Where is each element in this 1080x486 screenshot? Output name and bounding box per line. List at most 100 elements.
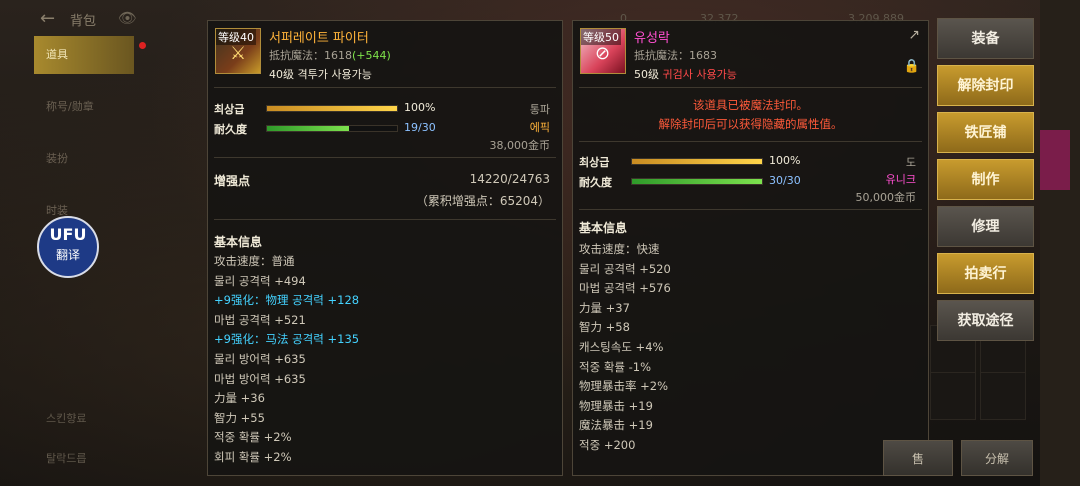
item-requirement: 50级 귀검사 사용가능 <box>634 66 737 82</box>
action-button-6[interactable]: 获取途径 <box>937 300 1034 341</box>
item-requirement: 40级 격투가 사용가능 <box>269 66 372 82</box>
divider <box>579 141 922 142</box>
stat-line: 마법 방어력 +635 <box>214 371 306 386</box>
item-subtype: 통파 <box>529 103 550 116</box>
nav-item-dress[interactable]: 装扮 <box>34 140 134 178</box>
bottom-nav-item-2[interactable]: 탈락드릅 <box>46 450 86 466</box>
nav-item-label: 装扮 <box>46 152 68 165</box>
section-title: 基本信息 <box>579 221 628 235</box>
stat-line: 물리 공격력 +520 <box>579 261 671 276</box>
inventory-slot[interactable] <box>930 372 976 420</box>
durability-bar-fill <box>267 126 349 131</box>
item-price: 50,000金币 <box>855 191 917 204</box>
nav-item-titles[interactable]: 称号/勋章 <box>34 88 134 126</box>
bottom-nav-item-1[interactable]: 스킨향료 <box>46 410 86 426</box>
nav-item-label: 道具 <box>46 48 68 61</box>
notification-dot <box>139 42 146 49</box>
grade-percent: 100% <box>769 154 801 167</box>
resist-label: 抵抗魔法： <box>269 49 324 62</box>
action-button-2[interactable]: 铁匠铺 <box>937 112 1034 153</box>
item-price: 38,000金币 <box>489 139 551 152</box>
stat-line: 魔法暴击 +19 <box>579 418 653 433</box>
item-subtype: 도 <box>905 156 916 169</box>
sealed-message-line2: 解除封印后可以获得隐藏的属性值。 <box>658 117 843 131</box>
stat-line: 캐스팅속도 +4% <box>579 339 664 354</box>
eye-icon[interactable]: 👁 <box>118 9 137 27</box>
resist-bonus: (+544) <box>352 49 391 62</box>
stat-line: +9强化：马法 공격력 +135 <box>214 332 360 347</box>
item-rarity: 에픽 <box>529 121 550 134</box>
durability-label: 耐久度 <box>579 176 612 189</box>
divider <box>214 219 556 220</box>
action-button-1[interactable]: 解除封印 <box>937 65 1034 106</box>
translate-label: 翻译 <box>55 248 80 262</box>
durability-bar-fill <box>632 179 762 184</box>
stat-list: 攻击速度：快速 물리 공격력 +520 마법 공격력 +576 力量 +37 智力 +5… <box>579 240 671 456</box>
resist-value: 1618 <box>324 49 352 62</box>
nav-item-label: 时装 <box>46 204 68 217</box>
sealed-message-line1: 该道具已被魔法封印。 <box>693 98 808 112</box>
right-edge-panel <box>1040 0 1080 486</box>
stat-line: 마법 공격력 +576 <box>579 281 671 296</box>
resist-label: 抵抗魔法： <box>634 49 689 62</box>
grade-bar-fill <box>632 159 762 164</box>
item-rarity: 유니크 <box>885 173 916 186</box>
durability-value: 30/30 <box>769 174 801 187</box>
lock-icon[interactable]: 🔒 <box>904 59 920 74</box>
item-resist: 抵抗魔法：1618(+544) <box>269 47 391 63</box>
action-button-0[interactable]: 装备 <box>937 18 1034 59</box>
section-title: 基本信息 <box>214 235 263 249</box>
item-tooltip-compare: 等级50 ⊘ 유성락 抵抗魔法：1683 50级 귀검사 사용가능 ↗ 🔒 该道… <box>572 20 929 476</box>
durability-value: 19/30 <box>404 121 436 134</box>
grade-bar <box>631 158 763 165</box>
item-name: 유성락 <box>634 31 670 46</box>
action-button-4[interactable]: 修理 <box>937 206 1034 247</box>
stat-line: 物理暴击率 +2% <box>579 379 669 394</box>
inventory-slot[interactable] <box>980 372 1026 420</box>
enhance-value: 14220/24763 <box>469 172 550 186</box>
grade-percent: 100% <box>404 101 436 114</box>
enhance-total: （累积增强点：65204） <box>415 194 550 208</box>
nav-item-items[interactable]: 道具 <box>34 36 146 74</box>
divider <box>214 87 556 88</box>
action-button-5[interactable]: 拍卖行 <box>937 253 1034 294</box>
stat-line: 攻击速度：普通 <box>214 254 295 268</box>
item-name: 서퍼레이트 파이터 <box>269 31 369 46</box>
translate-button[interactable]: UFU 翻译 <box>37 216 99 278</box>
stat-line: 力量 +37 <box>579 300 630 315</box>
enhance-label: 增强点 <box>214 174 251 188</box>
stat-line: 攻击速度：快速 <box>579 242 660 256</box>
item-resist: 抵抗魔法：1683 <box>634 47 717 63</box>
translate-icon: UFU <box>49 225 87 244</box>
stat-line: 智力 +58 <box>579 320 630 335</box>
req-level: 40级 <box>269 68 294 81</box>
grade-label: 최상급 <box>214 103 245 116</box>
share-icon[interactable]: ↗ <box>908 27 920 43</box>
stat-line: 회피 확률 +2% <box>214 449 292 464</box>
durability-bar <box>266 125 398 132</box>
stat-line: 智力 +55 <box>214 410 265 425</box>
durability-label: 耐久度 <box>214 123 247 136</box>
stat-line: 마법 공격력 +521 <box>214 312 306 327</box>
stat-line: 적중 확률 -1% <box>579 359 652 374</box>
sealed-sword-icon: ⊘ <box>595 43 611 64</box>
grade-label: 최상급 <box>579 156 610 169</box>
durability-bar <box>631 178 763 185</box>
back-arrow-icon[interactable]: ← <box>40 8 55 29</box>
disassemble-button[interactable]: 分解 <box>961 440 1033 476</box>
stat-line: 力量 +36 <box>214 391 265 406</box>
sell-button[interactable]: 售 <box>883 440 953 476</box>
stat-line: 적중 확률 +2% <box>214 430 292 445</box>
page-title: 背包 <box>70 14 97 29</box>
grade-bar-fill <box>267 106 397 111</box>
stat-line: 物理暴击 +19 <box>579 398 653 413</box>
divider <box>214 157 556 158</box>
action-buttons: 装备解除封印铁匠铺制作修理拍卖行获取途径 <box>937 18 1034 347</box>
side-tab[interactable] <box>1040 130 1070 190</box>
item-icon: 等级50 ⊘ <box>580 28 626 74</box>
item-tooltip-equipped: 等级40 ⚔ 서퍼레이트 파이터 抵抗魔法：1618(+544) 40级 격투가… <box>207 20 563 476</box>
req-level: 50级 <box>634 68 659 81</box>
grade-bar <box>266 105 398 112</box>
action-button-3[interactable]: 制作 <box>937 159 1034 200</box>
stat-line: 적중 +200 <box>579 437 636 452</box>
